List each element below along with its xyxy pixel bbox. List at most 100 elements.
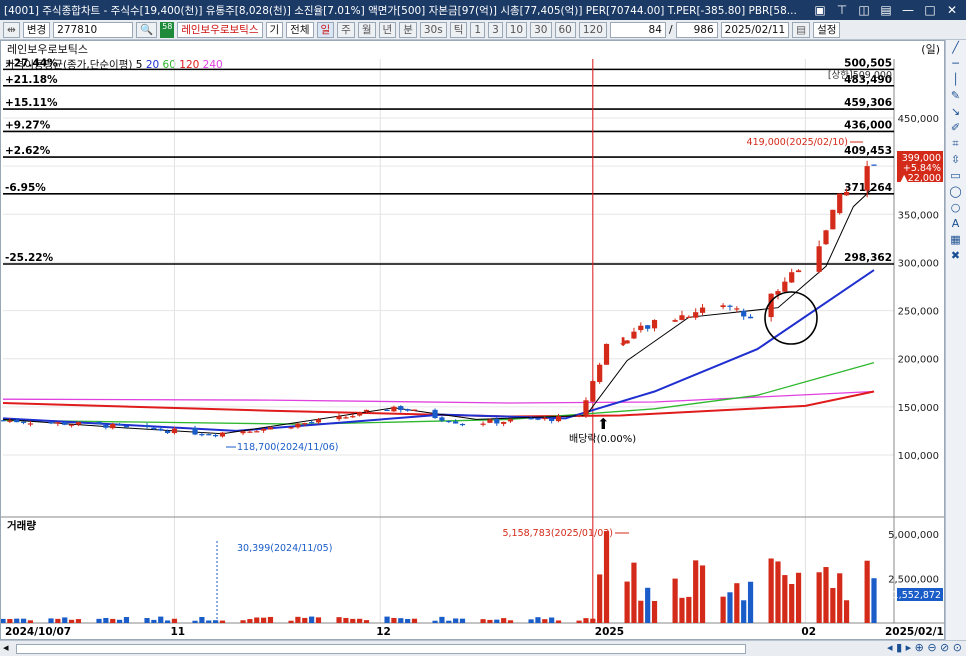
scroll-left-icon[interactable]: ◂: [3, 641, 9, 654]
down-arrow-icon: ⬇: [618, 335, 628, 349]
volume-bar: [542, 619, 548, 623]
volume-bar: [501, 618, 507, 623]
candle-body: [75, 422, 82, 425]
period-button-day[interactable]: 일: [316, 21, 335, 38]
search-icon[interactable]: 🔍: [136, 21, 158, 38]
brush-tool-icon[interactable]: ✐: [946, 120, 965, 136]
minute-button-3[interactable]: 3: [488, 21, 503, 38]
candle-body: [247, 431, 253, 433]
fibo-tool-icon[interactable]: ⌗: [946, 136, 965, 152]
window-button-4[interactable]: ▤: [876, 3, 896, 17]
period-button-month[interactable]: 월: [357, 21, 376, 38]
range-tool-icon[interactable]: ⇳: [946, 152, 965, 168]
candle-body: [350, 416, 356, 418]
period-button-week[interactable]: 주: [337, 21, 355, 38]
volume-bar: [219, 620, 226, 623]
ray-tool-icon[interactable]: ↘: [946, 104, 965, 120]
candle-body: [103, 424, 109, 428]
hline-tool-icon[interactable]: ─: [946, 56, 965, 72]
volume-bar: [624, 581, 630, 623]
minute-button-1[interactable]: 1: [470, 21, 486, 38]
fib-pct-label: +15.11%: [5, 97, 58, 109]
chart-area[interactable]: 레인보우로보틱스 (일) 가격이동평균(종가,단순이평) 5 20 60 120…: [0, 40, 945, 640]
delete-tool-icon[interactable]: ✖: [946, 248, 965, 264]
horizontal-scrollbar[interactable]: [16, 644, 746, 654]
window-buttons: ▣ ⊤ ◫ ▤ — □ ✕: [810, 3, 966, 17]
volume-bar: [110, 618, 116, 623]
date-axis-label: 12: [376, 626, 391, 638]
volume-bar: [768, 558, 774, 623]
volume-bar: [432, 620, 438, 623]
text-tool-icon[interactable]: A: [946, 216, 965, 232]
volume-bar: [116, 619, 123, 623]
volume-bar: [158, 616, 164, 623]
period-button-gi[interactable]: 기: [265, 21, 284, 38]
volume-bar: [528, 619, 534, 623]
window-button-3[interactable]: ◫: [854, 3, 874, 17]
grid-tool-icon[interactable]: ▦: [946, 232, 965, 248]
candle-body: [603, 343, 610, 365]
period-button-minute[interactable]: 분: [399, 21, 417, 38]
candle-body: [391, 406, 397, 412]
settings-button[interactable]: 설정: [813, 21, 841, 38]
candle-body: [219, 432, 226, 437]
candle-body: [747, 316, 754, 319]
fib-pct-label: +27.44%: [5, 57, 58, 69]
sector-badge[interactable]: 58: [160, 21, 175, 38]
volume-bar: [384, 616, 390, 623]
candle-body: [528, 418, 534, 420]
zoom-controls[interactable]: ◂ ▮ ▸ ⊕ ⊖ ⊘ ⊙: [887, 641, 962, 654]
maximize-button[interactable]: □: [920, 3, 940, 17]
volume-bar: [171, 618, 178, 623]
candle-body: [27, 423, 34, 425]
volume-bar: [164, 620, 171, 623]
save-icon[interactable]: ▤: [792, 21, 811, 38]
date-input[interactable]: 2025/02/11: [720, 21, 790, 38]
minute-button-120[interactable]: 120: [578, 21, 607, 38]
volume-bar: [837, 573, 843, 623]
vline-tool-icon[interactable]: │: [946, 72, 965, 88]
volume-bar: [727, 592, 733, 623]
stock-code-input[interactable]: 277810: [53, 21, 134, 38]
candle-body: [727, 305, 733, 307]
pin-icon[interactable]: ⇹: [3, 21, 20, 38]
date-axis-label: 2025/02/11: [885, 626, 944, 638]
date-axis-label: 2024/10/07: [5, 626, 71, 638]
window-button-1[interactable]: ▣: [810, 3, 830, 17]
volume-bar: [549, 617, 555, 623]
change-dropdown[interactable]: 변경: [22, 21, 51, 38]
volume-bar: [295, 616, 301, 623]
window-button-2[interactable]: ⊤: [832, 3, 852, 17]
candle-body: [459, 423, 466, 426]
volume-bar: [391, 617, 397, 623]
ellipse-tool-icon[interactable]: ○: [946, 200, 965, 216]
volume-bar: [645, 587, 651, 623]
minute-button-60[interactable]: 60: [554, 21, 576, 38]
candle-body: [302, 423, 308, 425]
volume-bar: [363, 620, 370, 623]
candle-body: [686, 316, 692, 319]
period-button-tick[interactable]: 틱: [449, 21, 468, 38]
period-button-30s[interactable]: 30s: [419, 21, 447, 38]
minimize-button[interactable]: —: [898, 3, 918, 17]
stock-name-field[interactable]: 레인보우로보틱스: [177, 21, 263, 38]
minute-button-10[interactable]: 10: [505, 21, 528, 38]
fib-pct-label: -25.22%: [5, 252, 54, 264]
period-button-year[interactable]: 년: [378, 21, 397, 38]
volume-bar: [7, 619, 13, 623]
volume-bar: [123, 617, 130, 623]
candle-body: [309, 422, 315, 424]
rect-tool-icon[interactable]: ▭: [946, 168, 965, 184]
line-tool-icon[interactable]: ╱: [946, 40, 965, 56]
count-input[interactable]: 84: [609, 21, 666, 38]
close-button[interactable]: ✕: [942, 3, 962, 17]
circle-tool-icon[interactable]: ◯: [946, 184, 965, 200]
volume-low-annotation: 30,399(2024/11/05): [237, 543, 332, 554]
minute-button-30[interactable]: 30: [530, 21, 552, 38]
candle-body: [453, 421, 459, 424]
candle-body: [830, 209, 836, 230]
volume-bar: [240, 620, 246, 623]
volume-bar: [315, 617, 322, 623]
pen-tool-icon[interactable]: ✎: [946, 88, 965, 104]
period-button-all[interactable]: 전체: [286, 21, 314, 38]
